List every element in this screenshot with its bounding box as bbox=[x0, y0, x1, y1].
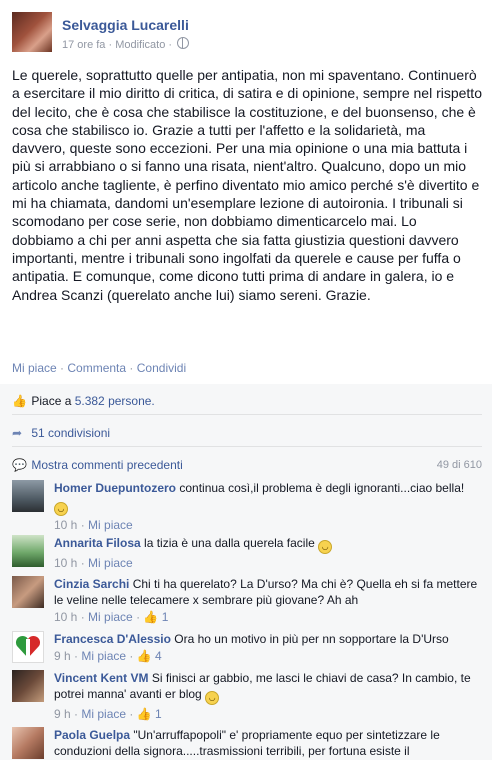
shares-link[interactable]: 51 condivisioni bbox=[31, 426, 110, 440]
thumbs-up-icon: 👍 bbox=[143, 610, 159, 624]
comment-item: Paola Guelpa "Un'arruffapopoli" e' propr… bbox=[12, 727, 484, 760]
comment-button[interactable]: Commenta bbox=[67, 361, 126, 375]
likes-link[interactable]: 5.382 persone. bbox=[75, 394, 155, 408]
meta-separator: · bbox=[80, 610, 85, 624]
comment-like-button[interactable]: Mi piace bbox=[88, 556, 133, 570]
smiley-emoji-icon: ◡ bbox=[205, 691, 220, 705]
meta-separator: · bbox=[168, 39, 173, 51]
action-separator: · bbox=[129, 361, 134, 375]
post-time[interactable]: 17 ore fa bbox=[62, 39, 105, 51]
comment-count: 49 di 610 bbox=[436, 459, 482, 471]
comment-meta: 10 h · Mi piace bbox=[54, 555, 484, 571]
comment-body: Cinzia Sarchi Chi ti ha querelato? La D'… bbox=[54, 576, 484, 625]
commenter-avatar[interactable] bbox=[12, 727, 44, 759]
author-name[interactable]: Selvaggia Lucarelli bbox=[62, 17, 189, 33]
commenter-name[interactable]: Paola Guelpa bbox=[54, 728, 130, 742]
post-actions: Mi piace · Commenta · Condividi bbox=[12, 361, 186, 375]
shares-row: ➦ 51 condivisioni bbox=[12, 426, 110, 440]
like-button[interactable]: Mi piace bbox=[12, 361, 57, 375]
meta-separator: · bbox=[129, 649, 134, 663]
meta-separator: · bbox=[80, 518, 85, 532]
commenter-avatar[interactable] bbox=[12, 535, 44, 567]
comment-body: Francesca D'Alessio Ora ho un motivo in … bbox=[54, 631, 484, 664]
meta-separator: · bbox=[136, 610, 141, 624]
thumbs-up-icon: 👍 bbox=[12, 394, 27, 408]
meta-separator: · bbox=[80, 556, 85, 570]
comment-like-button[interactable]: Mi piace bbox=[81, 649, 126, 663]
comment-body: Annarita Filosa la tizia è una dalla que… bbox=[54, 535, 484, 571]
commenter-name[interactable]: Homer Duepuntozero bbox=[54, 481, 176, 495]
commenter-name[interactable]: Francesca D'Alessio bbox=[54, 632, 171, 646]
facebook-post: Selvaggia Lucarelli 17 ore fa · Modifica… bbox=[0, 0, 492, 760]
commenter-name[interactable]: Annarita Filosa bbox=[54, 536, 141, 550]
thumbs-up-icon: 👍 bbox=[136, 649, 152, 663]
comment-text: continua così,il problema è degli ignora… bbox=[179, 481, 465, 495]
commenter-avatar[interactable] bbox=[12, 480, 44, 512]
comment-bubble-icon: 💬 bbox=[12, 458, 27, 472]
comment-like-button[interactable]: Mi piace bbox=[81, 707, 126, 721]
comment-like-count[interactable]: 1 bbox=[162, 610, 169, 624]
modified-label[interactable]: Modificato bbox=[115, 39, 165, 51]
smiley-emoji-icon: ◡ bbox=[318, 540, 333, 554]
previous-comments-row: 💬 Mostra commenti precedenti bbox=[12, 458, 183, 472]
comment-text: Ora ho un motivo in più per nn sopportar… bbox=[174, 632, 449, 646]
comment-item: Cinzia Sarchi Chi ti ha querelato? La D'… bbox=[12, 576, 484, 624]
comment-like-count[interactable]: 4 bbox=[155, 649, 162, 663]
comment-text: la tizia è una dalla querela facile bbox=[144, 536, 315, 550]
comment-like-button[interactable]: Mi piace bbox=[88, 518, 133, 532]
smiley-emoji-icon: ◡ bbox=[54, 502, 68, 516]
share-arrow-icon: ➦ bbox=[12, 426, 23, 440]
comment-meta: 9 h · Mi piace · 👍 4 bbox=[54, 648, 484, 664]
post-header: Selvaggia Lucarelli 17 ore fa · Modifica… bbox=[12, 12, 482, 56]
heart-flag-icon bbox=[15, 635, 41, 658]
meta-separator: · bbox=[74, 649, 79, 663]
comment-time[interactable]: 9 h bbox=[54, 707, 71, 721]
commenter-avatar[interactable] bbox=[12, 631, 44, 663]
likes-row: 👍 Piace a 5.382 persone. bbox=[12, 394, 155, 408]
comment-item: Vincent Kent VM Si finisci ar gabbio, me… bbox=[12, 670, 484, 721]
globe-icon[interactable] bbox=[177, 37, 190, 49]
comment-item: Francesca D'Alessio Ora ho un motivo in … bbox=[12, 631, 484, 665]
comment-body: Paola Guelpa "Un'arruffapopoli" e' propr… bbox=[54, 727, 484, 759]
commenter-name[interactable]: Vincent Kent VM bbox=[54, 671, 148, 685]
share-button[interactable]: Condividi bbox=[137, 361, 186, 375]
meta-separator: · bbox=[108, 39, 113, 51]
comment-body: Homer Duepuntozero continua così,il prob… bbox=[54, 480, 484, 533]
comment-time[interactable]: 10 h bbox=[54, 556, 77, 570]
divider bbox=[12, 446, 482, 447]
comment-meta: 9 h · Mi piace · 👍 1 bbox=[54, 706, 484, 722]
previous-comments-link[interactable]: Mostra commenti precedenti bbox=[31, 458, 182, 472]
action-separator: · bbox=[60, 361, 65, 375]
commenter-name[interactable]: Cinzia Sarchi bbox=[54, 577, 129, 591]
post-text: Le querele, soprattutto quelle per antip… bbox=[12, 67, 482, 303]
comment-meta: 10 h · Mi piace bbox=[54, 517, 484, 533]
comment-time[interactable]: 9 h bbox=[54, 649, 71, 663]
comment-item: Annarita Filosa la tizia è una dalla que… bbox=[12, 535, 484, 571]
author-avatar[interactable] bbox=[12, 12, 52, 52]
comment-time[interactable]: 10 h bbox=[54, 518, 77, 532]
comment-meta: 10 h · Mi piace · 👍 1 bbox=[54, 609, 484, 625]
comment-item: Homer Duepuntozero continua così,il prob… bbox=[12, 480, 484, 532]
likes-prefix: Piace a bbox=[31, 394, 75, 408]
meta-separator: · bbox=[74, 707, 79, 721]
thumbs-up-icon: 👍 bbox=[136, 707, 152, 721]
comment-like-button[interactable]: Mi piace bbox=[88, 610, 133, 624]
comment-body: Vincent Kent VM Si finisci ar gabbio, me… bbox=[54, 670, 484, 722]
commenter-avatar[interactable] bbox=[12, 670, 44, 702]
post-meta: 17 ore fa · Modificato · bbox=[62, 37, 190, 51]
divider bbox=[12, 414, 482, 415]
comment-time[interactable]: 10 h bbox=[54, 610, 77, 624]
meta-separator: · bbox=[129, 707, 134, 721]
comment-like-count[interactable]: 1 bbox=[155, 707, 162, 721]
commenter-avatar[interactable] bbox=[12, 576, 44, 608]
